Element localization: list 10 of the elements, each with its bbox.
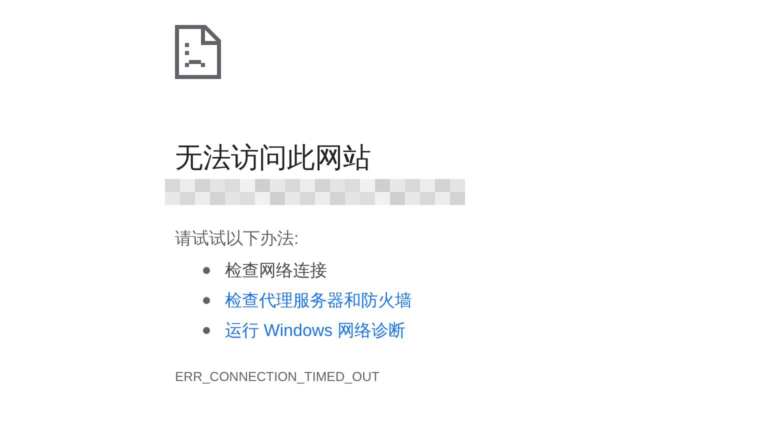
bullet-icon [203, 326, 210, 334]
error-heading: 无法访问此网站 [175, 141, 371, 175]
suggestion-link[interactable]: 运行 Windows 网络诊断 [225, 318, 406, 342]
suggestion-link[interactable]: 检查代理服务器和防火墙 [225, 288, 412, 312]
bullet-icon [203, 266, 210, 274]
sad-document-icon [175, 25, 221, 79]
bullet-icon [203, 296, 210, 304]
suggestion-text: 检查网络连接 [225, 260, 327, 282]
error-code: ERR_CONNECTION_TIMED_OUT [175, 369, 380, 384]
suggestions-intro: 请试试以下办法: [175, 228, 299, 250]
